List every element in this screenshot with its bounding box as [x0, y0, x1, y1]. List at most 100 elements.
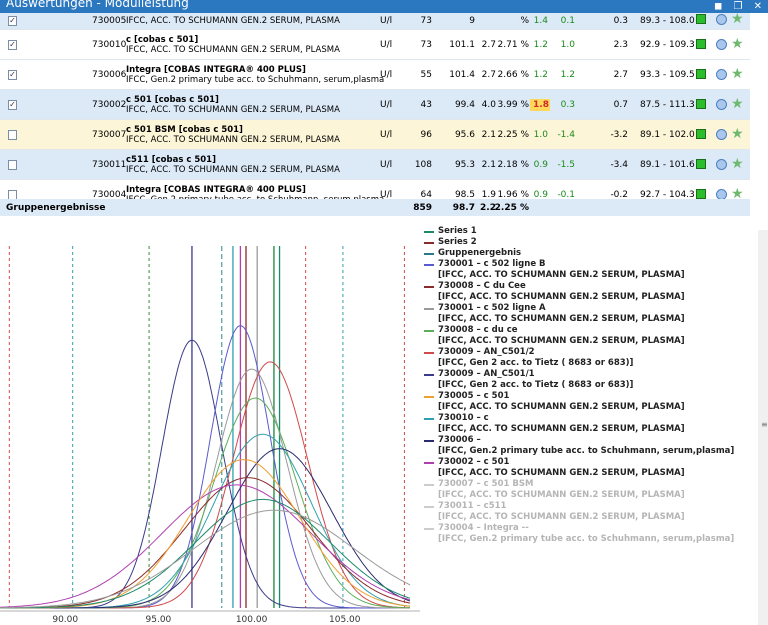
legend-item[interactable]: 730007 – c 501 BSM [IFCC, ACC. TO SCHUMAN…	[424, 479, 754, 501]
status-square-icon[interactable]	[696, 69, 706, 79]
row-checkbox[interactable]: ✓	[8, 69, 17, 80]
status-square-icon[interactable]	[696, 159, 706, 169]
row-checkbox[interactable]	[8, 189, 17, 200]
row-b1: 1.0	[533, 129, 548, 140]
row-id: 730002	[92, 99, 127, 110]
status-square-icon[interactable]	[696, 189, 706, 199]
x-tick-label: 95.00	[146, 615, 172, 625]
row-n: 43	[420, 99, 432, 110]
legend-label: 730009 – AN_C501/2	[438, 347, 535, 357]
row-b2: -1.5	[557, 159, 575, 170]
row-unit: U/l	[380, 16, 393, 26]
star-icon[interactable]: ★	[731, 95, 744, 113]
series-line	[0, 477, 411, 609]
legend-sublabel: [IFCC, ACC. TO SCHUMANN GEN.2 SERUM, PLA…	[438, 314, 685, 324]
minimize-icon[interactable]: ◼	[714, 1, 722, 12]
status-circle-icon[interactable]	[716, 14, 727, 25]
legend-label: 730010 – c	[438, 413, 489, 423]
legend-item[interactable]: 730001 – c 502 ligne B [IFCC, ACC. TO SCH…	[424, 259, 754, 281]
legend-swatch-icon	[424, 242, 434, 244]
legend-item[interactable]: 730009 – AN_C501/1 [IFCC, Gen 2 acc. to T…	[424, 369, 754, 391]
table-row[interactable]: ✓ 730002 c 501 [cobas c 501] IFCC, ACC. …	[0, 90, 750, 120]
status-circle-icon[interactable]	[716, 99, 727, 110]
x-tick-label: 90.00	[52, 615, 78, 625]
star-icon[interactable]: ★	[731, 10, 744, 28]
legend-item[interactable]: 730006 – [IFCC, Gen.2 primary tube acc. t…	[424, 435, 754, 457]
row-mean: 95.6	[454, 129, 475, 140]
row-unit: U/l	[380, 39, 393, 50]
row-method: IFCC, ACC. TO SCHUMANN GEN.2 SERUM, PLAS…	[126, 16, 340, 26]
status-square-icon[interactable]	[696, 129, 706, 139]
series-line	[0, 509, 411, 609]
legend-item[interactable]: Series 1	[424, 226, 754, 237]
star-icon[interactable]: ★	[731, 35, 744, 53]
legend-item[interactable]: Series 2	[424, 237, 754, 248]
series-line	[0, 484, 411, 608]
legend-item[interactable]: 730008 – c du ce [IFCC, ACC. TO SCHUMANN …	[424, 325, 754, 347]
row-name: IFCC, ACC. TO SCHUMANN GEN.2 SERUM, PLAS…	[126, 13, 340, 29]
scroll-grip-icon[interactable]: ≡	[761, 420, 768, 429]
row-sd: 2.7	[481, 39, 496, 50]
vertical-scrollbar[interactable]: ≡	[758, 230, 768, 625]
row-mean: 99.4	[454, 99, 475, 110]
legend-sublabel: [IFCC, ACC. TO SCHUMANN GEN.2 SERUM, PLA…	[438, 402, 685, 412]
table-row[interactable]: ✓ 730005 IFCC, ACC. TO SCHUMANN GEN.2 SE…	[0, 10, 750, 30]
row-range: 92.9 - 109.3	[640, 39, 695, 50]
legend-swatch-icon	[424, 374, 434, 376]
results-grid: ✓ 730005 IFCC, ACC. TO SCHUMANN GEN.2 SE…	[0, 10, 750, 210]
legend-item[interactable]: 730005 – c 501 [IFCC, ACC. TO SCHUMANN GE…	[424, 391, 754, 413]
legend-swatch-icon	[424, 484, 434, 486]
status-circle-icon[interactable]	[716, 159, 727, 170]
status-square-icon[interactable]	[696, 39, 706, 49]
legend-swatch-icon	[424, 286, 434, 288]
row-range: 93.3 - 109.5	[640, 69, 695, 80]
legend-item[interactable]: 730004 – Integra -- [IFCC, Gen.2 primary …	[424, 523, 754, 545]
row-b1-warning: 1.8	[530, 99, 550, 111]
row-title: c [cobas c 501]	[126, 34, 199, 45]
row-checkbox[interactable]: ✓	[8, 99, 17, 110]
status-circle-icon[interactable]	[716, 39, 727, 50]
legend-label: 730011 – c511	[438, 501, 507, 511]
summary-n: 859	[413, 202, 432, 213]
row-id: 730010	[92, 39, 127, 50]
row-b2: 1.2	[560, 69, 575, 80]
legend-label: Series 2	[438, 237, 477, 247]
legend-label: 730004 – Integra --	[438, 523, 529, 533]
row-method: IFCC, ACC. TO SCHUMANN GEN.2 SERUM, PLAS…	[126, 44, 340, 55]
star-icon[interactable]: ★	[731, 65, 744, 83]
legend-item[interactable]: 730011 – c511 [IFCC, ACC. TO SCHUMANN GEN…	[424, 501, 754, 523]
legend-swatch-icon	[424, 231, 434, 233]
row-checkbox[interactable]: ✓	[8, 39, 17, 50]
close-icon[interactable]: ✕	[754, 1, 762, 12]
legend-item[interactable]: 730002 – c 501 [IFCC, ACC. TO SCHUMANN GE…	[424, 457, 754, 479]
row-checkbox[interactable]: ✓	[8, 16, 17, 26]
legend-item[interactable]: Gruppenergebnis	[424, 248, 754, 259]
star-icon[interactable]: ★	[731, 155, 744, 173]
legend-label: 730009 – AN_C501/1	[438, 369, 535, 379]
legend-sublabel: [IFCC, ACC. TO SCHUMANN GEN.2 SERUM, PLA…	[438, 490, 685, 500]
star-icon[interactable]: ★	[731, 125, 744, 143]
table-row[interactable]: ✓ 730006 Integra [COBAS INTEGRA® 400 PLU…	[0, 60, 750, 90]
row-name: c 501 BSM [cobas c 501] IFCC, ACC. TO SC…	[126, 120, 340, 149]
table-row[interactable]: 730011 c511 [cobas c 501] IFCC, ACC. TO …	[0, 150, 750, 180]
row-name: c [cobas c 501] IFCC, ACC. TO SCHUMANN G…	[126, 30, 340, 59]
legend-swatch-icon	[424, 440, 434, 442]
table-row[interactable]: ✓ 730010 c [cobas c 501] IFCC, ACC. TO S…	[0, 30, 750, 60]
row-checkbox[interactable]	[8, 129, 17, 140]
distribution-chart: 90.00 95.00 100.00 105.00	[0, 246, 420, 625]
status-square-icon[interactable]	[696, 14, 706, 24]
row-b2: 0.3	[560, 99, 575, 110]
table-row[interactable]: 730007 c 501 BSM [cobas c 501] IFCC, ACC…	[0, 120, 750, 150]
legend-item[interactable]: 730008 – C du Cee [IFCC, ACC. TO SCHUMANN…	[424, 281, 754, 303]
legend-swatch-icon	[424, 253, 434, 255]
series-line	[0, 448, 411, 609]
legend-item[interactable]: 730009 – AN_C501/2 [IFCC, Gen 2 acc. to T…	[424, 347, 754, 369]
status-circle-icon[interactable]	[716, 69, 727, 80]
legend-item[interactable]: 730001 – c 502 ligne A [IFCC, ACC. TO SCH…	[424, 303, 754, 325]
status-circle-icon[interactable]	[716, 129, 727, 140]
legend-item[interactable]: 730010 – c [IFCC, ACC. TO SCHUMANN GEN.2 …	[424, 413, 754, 435]
row-checkbox[interactable]	[8, 159, 17, 170]
window-title: Auswertungen - Modulleistung	[6, 0, 189, 10]
status-square-icon[interactable]	[696, 99, 706, 109]
x-tick-label: 105.00	[329, 615, 361, 625]
